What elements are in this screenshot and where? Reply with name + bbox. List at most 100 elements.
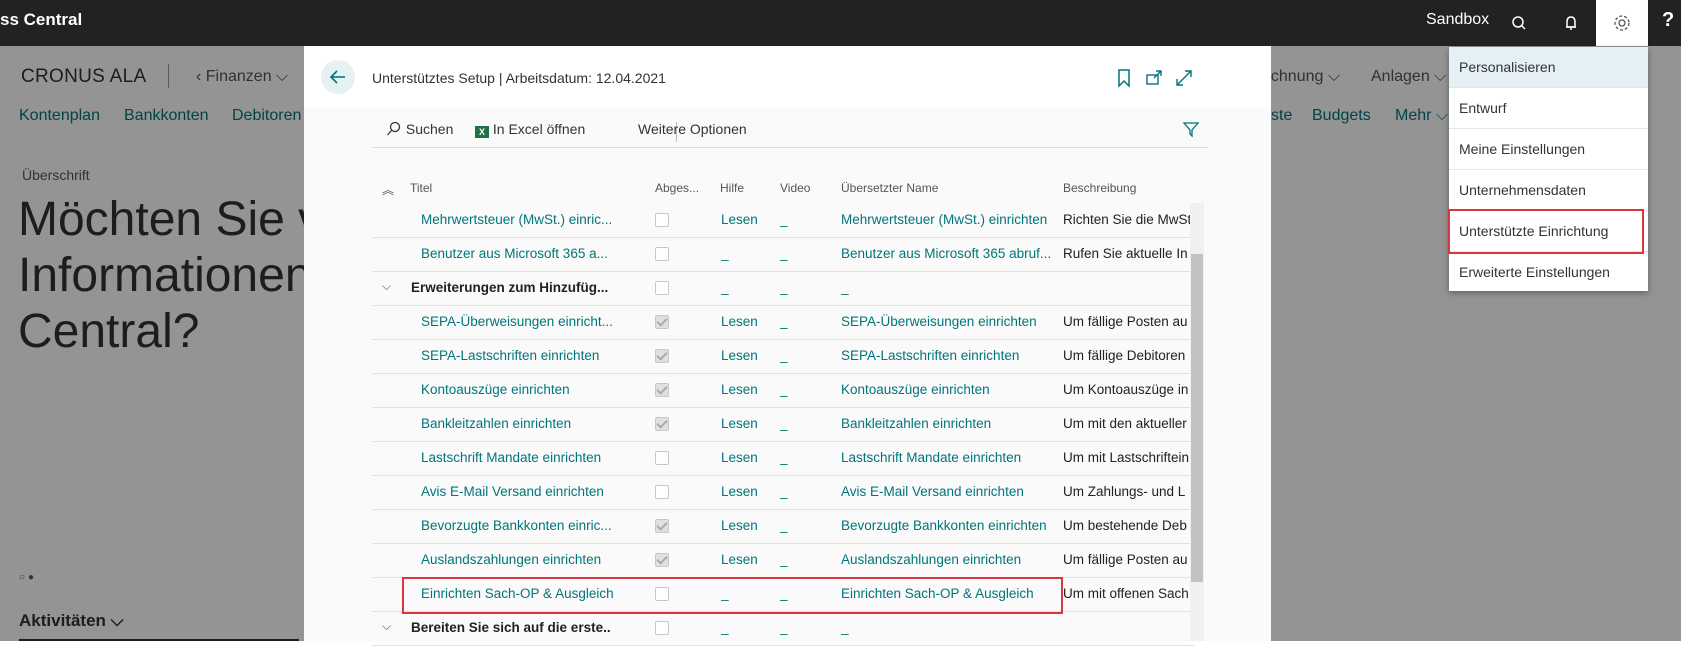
row-video-link[interactable]: _ xyxy=(780,212,788,227)
row-help-link[interactable]: _ xyxy=(721,620,729,635)
open-new-window-icon[interactable] xyxy=(1144,68,1164,88)
row-translated-name[interactable]: SEPA-Lastschriften einrichten xyxy=(841,348,1053,363)
row-translated-name[interactable]: SEPA-Überweisungen einrichten xyxy=(841,314,1053,329)
row-help-link[interactable]: Lesen xyxy=(721,484,758,499)
column-header-title[interactable]: Titel xyxy=(410,181,432,195)
environment-label[interactable]: Sandbox xyxy=(1426,11,1489,29)
filter-icon[interactable] xyxy=(1182,120,1200,141)
table-row[interactable]: Bevorzugte Bankkonten einric... Lesen _ Bev… xyxy=(372,509,1194,544)
table-row[interactable]: Avis E-Mail Versand einrichten Lesen _ Avis… xyxy=(372,475,1194,510)
row-video-link[interactable]: _ xyxy=(780,450,788,465)
row-video-link[interactable]: _ xyxy=(780,348,788,363)
row-translated-name[interactable]: Auslandszahlungen einrichten xyxy=(841,552,1053,567)
row-help-link[interactable]: Lesen xyxy=(721,314,758,329)
row-completed-checkbox xyxy=(655,553,669,567)
menu-item-erweiterte-einstellungen[interactable]: Erweiterte Einstellungen xyxy=(1449,252,1648,292)
row-title[interactable]: SEPA-Lastschriften einrichten xyxy=(421,348,621,363)
row-video-link[interactable]: _ xyxy=(780,280,788,295)
row-help-link[interactable]: Lesen xyxy=(721,348,758,363)
row-completed-checkbox xyxy=(655,451,669,465)
collapse-all-icon[interactable]: ︽ xyxy=(382,181,394,198)
row-title[interactable]: Lastschrift Mandate einrichten xyxy=(421,450,621,465)
collapse-chevron-icon[interactable]: ⌵ xyxy=(382,279,391,294)
table-row[interactable]: Mehrwertsteuer (MwSt.) einric... Lesen _ Me… xyxy=(372,203,1194,238)
row-translated-name[interactable]: _ xyxy=(841,620,1053,635)
menu-item-personalisieren[interactable]: Personalisieren xyxy=(1449,47,1648,88)
table-row[interactable]: Auslandszahlungen einrichten Lesen _ Auslan… xyxy=(372,543,1194,578)
row-video-link[interactable]: _ xyxy=(780,314,788,329)
row-help-link[interactable]: Lesen xyxy=(721,450,758,465)
row-title[interactable]: Benutzer aus Microsoft 365 a... xyxy=(421,246,621,261)
row-help-link[interactable]: Lesen xyxy=(721,416,758,431)
expand-icon[interactable] xyxy=(1174,68,1194,88)
menu-highlight-box xyxy=(1448,209,1644,254)
column-header-done[interactable]: Abges... xyxy=(655,181,699,195)
table-row[interactable]: SEPA-Lastschriften einrichten Lesen _ SEPA-… xyxy=(372,339,1194,374)
back-button[interactable] xyxy=(321,60,355,94)
row-video-link[interactable]: _ xyxy=(780,484,788,499)
row-title[interactable]: SEPA-Überweisungen einricht... xyxy=(421,314,621,329)
column-header-video[interactable]: Video xyxy=(780,181,810,195)
row-translated-name[interactable]: Bevorzugte Bankkonten einrichten xyxy=(841,518,1053,533)
row-help-link[interactable]: Lesen xyxy=(721,212,758,227)
excel-icon: X xyxy=(475,126,489,138)
search-icon[interactable] xyxy=(1508,12,1530,34)
row-title[interactable]: Mehrwertsteuer (MwSt.) einric... xyxy=(421,212,621,227)
bookmark-icon[interactable] xyxy=(1114,68,1134,88)
row-translated-name[interactable]: Avis E-Mail Versand einrichten xyxy=(841,484,1053,499)
row-help-link[interactable]: Lesen xyxy=(721,518,758,533)
row-description: Um fällige Posten au xyxy=(1063,314,1188,329)
column-header-description[interactable]: Beschreibung xyxy=(1063,181,1136,195)
menu-item-entwurf[interactable]: Entwurf xyxy=(1449,88,1648,129)
open-in-excel-action[interactable]: X In Excel öffnen xyxy=(475,121,585,138)
search-label: Suchen xyxy=(405,121,454,137)
settings-button[interactable] xyxy=(1596,0,1648,46)
collapse-chevron-icon[interactable]: ⌵ xyxy=(382,619,391,634)
help-button[interactable]: ? xyxy=(1662,9,1674,32)
row-highlight-box xyxy=(402,577,1063,614)
row-title[interactable]: Bereiten Sie sich auf die erste... xyxy=(411,620,611,635)
more-options-action[interactable]: Weitere Optionen xyxy=(638,121,747,137)
dialog-title: Unterstütztes Setup | Arbeitsdatum: 12.0… xyxy=(372,70,666,86)
row-video-link[interactable]: _ xyxy=(780,246,788,261)
row-help-link[interactable]: Lesen xyxy=(721,382,758,397)
row-translated-name[interactable]: Kontoauszüge einrichten xyxy=(841,382,1053,397)
table-row[interactable]: Kontoauszüge einrichten Lesen _ Kontoauszüg… xyxy=(372,373,1194,408)
table-row[interactable]: Benutzer aus Microsoft 365 a... _ _ Benutze… xyxy=(372,237,1194,272)
bell-icon[interactable] xyxy=(1560,12,1582,34)
menu-item-unternehmensdaten[interactable]: Unternehmensdaten xyxy=(1449,170,1648,211)
row-title[interactable]: Kontoauszüge einrichten xyxy=(421,382,621,397)
column-header-help[interactable]: Hilfe xyxy=(720,181,744,195)
table-row[interactable]: SEPA-Überweisungen einricht... Lesen _ SEPA… xyxy=(372,305,1194,340)
grid-scrollbar-thumb[interactable] xyxy=(1191,254,1203,582)
row-completed-checkbox xyxy=(655,349,669,363)
row-help-link[interactable]: _ xyxy=(721,246,729,261)
row-video-link[interactable]: _ xyxy=(780,416,788,431)
row-title[interactable]: Auslandszahlungen einrichten xyxy=(421,552,621,567)
row-translated-name[interactable]: Benutzer aus Microsoft 365 abruf... xyxy=(841,246,1053,261)
menu-item-meine-einstellungen[interactable]: Meine Einstellungen xyxy=(1449,129,1648,170)
row-video-link[interactable]: _ xyxy=(780,382,788,397)
column-header-translated-name[interactable]: Übersetzter Name xyxy=(841,181,938,195)
row-translated-name[interactable]: Bankleitzahlen einrichten xyxy=(841,416,1053,431)
dialog-toolbar: Suchen X In Excel öffnen Weitere Optione… xyxy=(372,112,1212,146)
row-translated-name[interactable]: Lastschrift Mandate einrichten xyxy=(841,450,1053,465)
row-completed-checkbox xyxy=(655,281,669,295)
table-row[interactable]: Lastschrift Mandate einrichten Lesen _ Last… xyxy=(372,441,1194,476)
table-row[interactable]: Bankleitzahlen einrichten Lesen _ Bankleitz… xyxy=(372,407,1194,442)
search-action[interactable]: Suchen xyxy=(386,121,453,137)
row-help-link[interactable]: Lesen xyxy=(721,552,758,567)
row-translated-name[interactable]: Mehrwertsteuer (MwSt.) einrichten xyxy=(841,212,1053,227)
row-video-link[interactable]: _ xyxy=(780,552,788,567)
group-row[interactable]: ⌵ Erweiterungen zum Hinzufüg... _ _ _ xyxy=(372,271,1194,306)
row-title[interactable]: Erweiterungen zum Hinzufüg... xyxy=(411,280,611,295)
row-translated-name[interactable]: _ xyxy=(841,280,1053,295)
row-video-link[interactable]: _ xyxy=(780,518,788,533)
row-title[interactable]: Avis E-Mail Versand einrichten xyxy=(421,484,621,499)
row-description: Um mit den aktueller xyxy=(1063,416,1187,431)
row-title[interactable]: Bevorzugte Bankkonten einric... xyxy=(421,518,621,533)
row-video-link[interactable]: _ xyxy=(780,620,788,635)
app-title: ss Central xyxy=(0,10,83,29)
row-help-link[interactable]: _ xyxy=(721,280,729,295)
row-title[interactable]: Bankleitzahlen einrichten xyxy=(421,416,621,431)
